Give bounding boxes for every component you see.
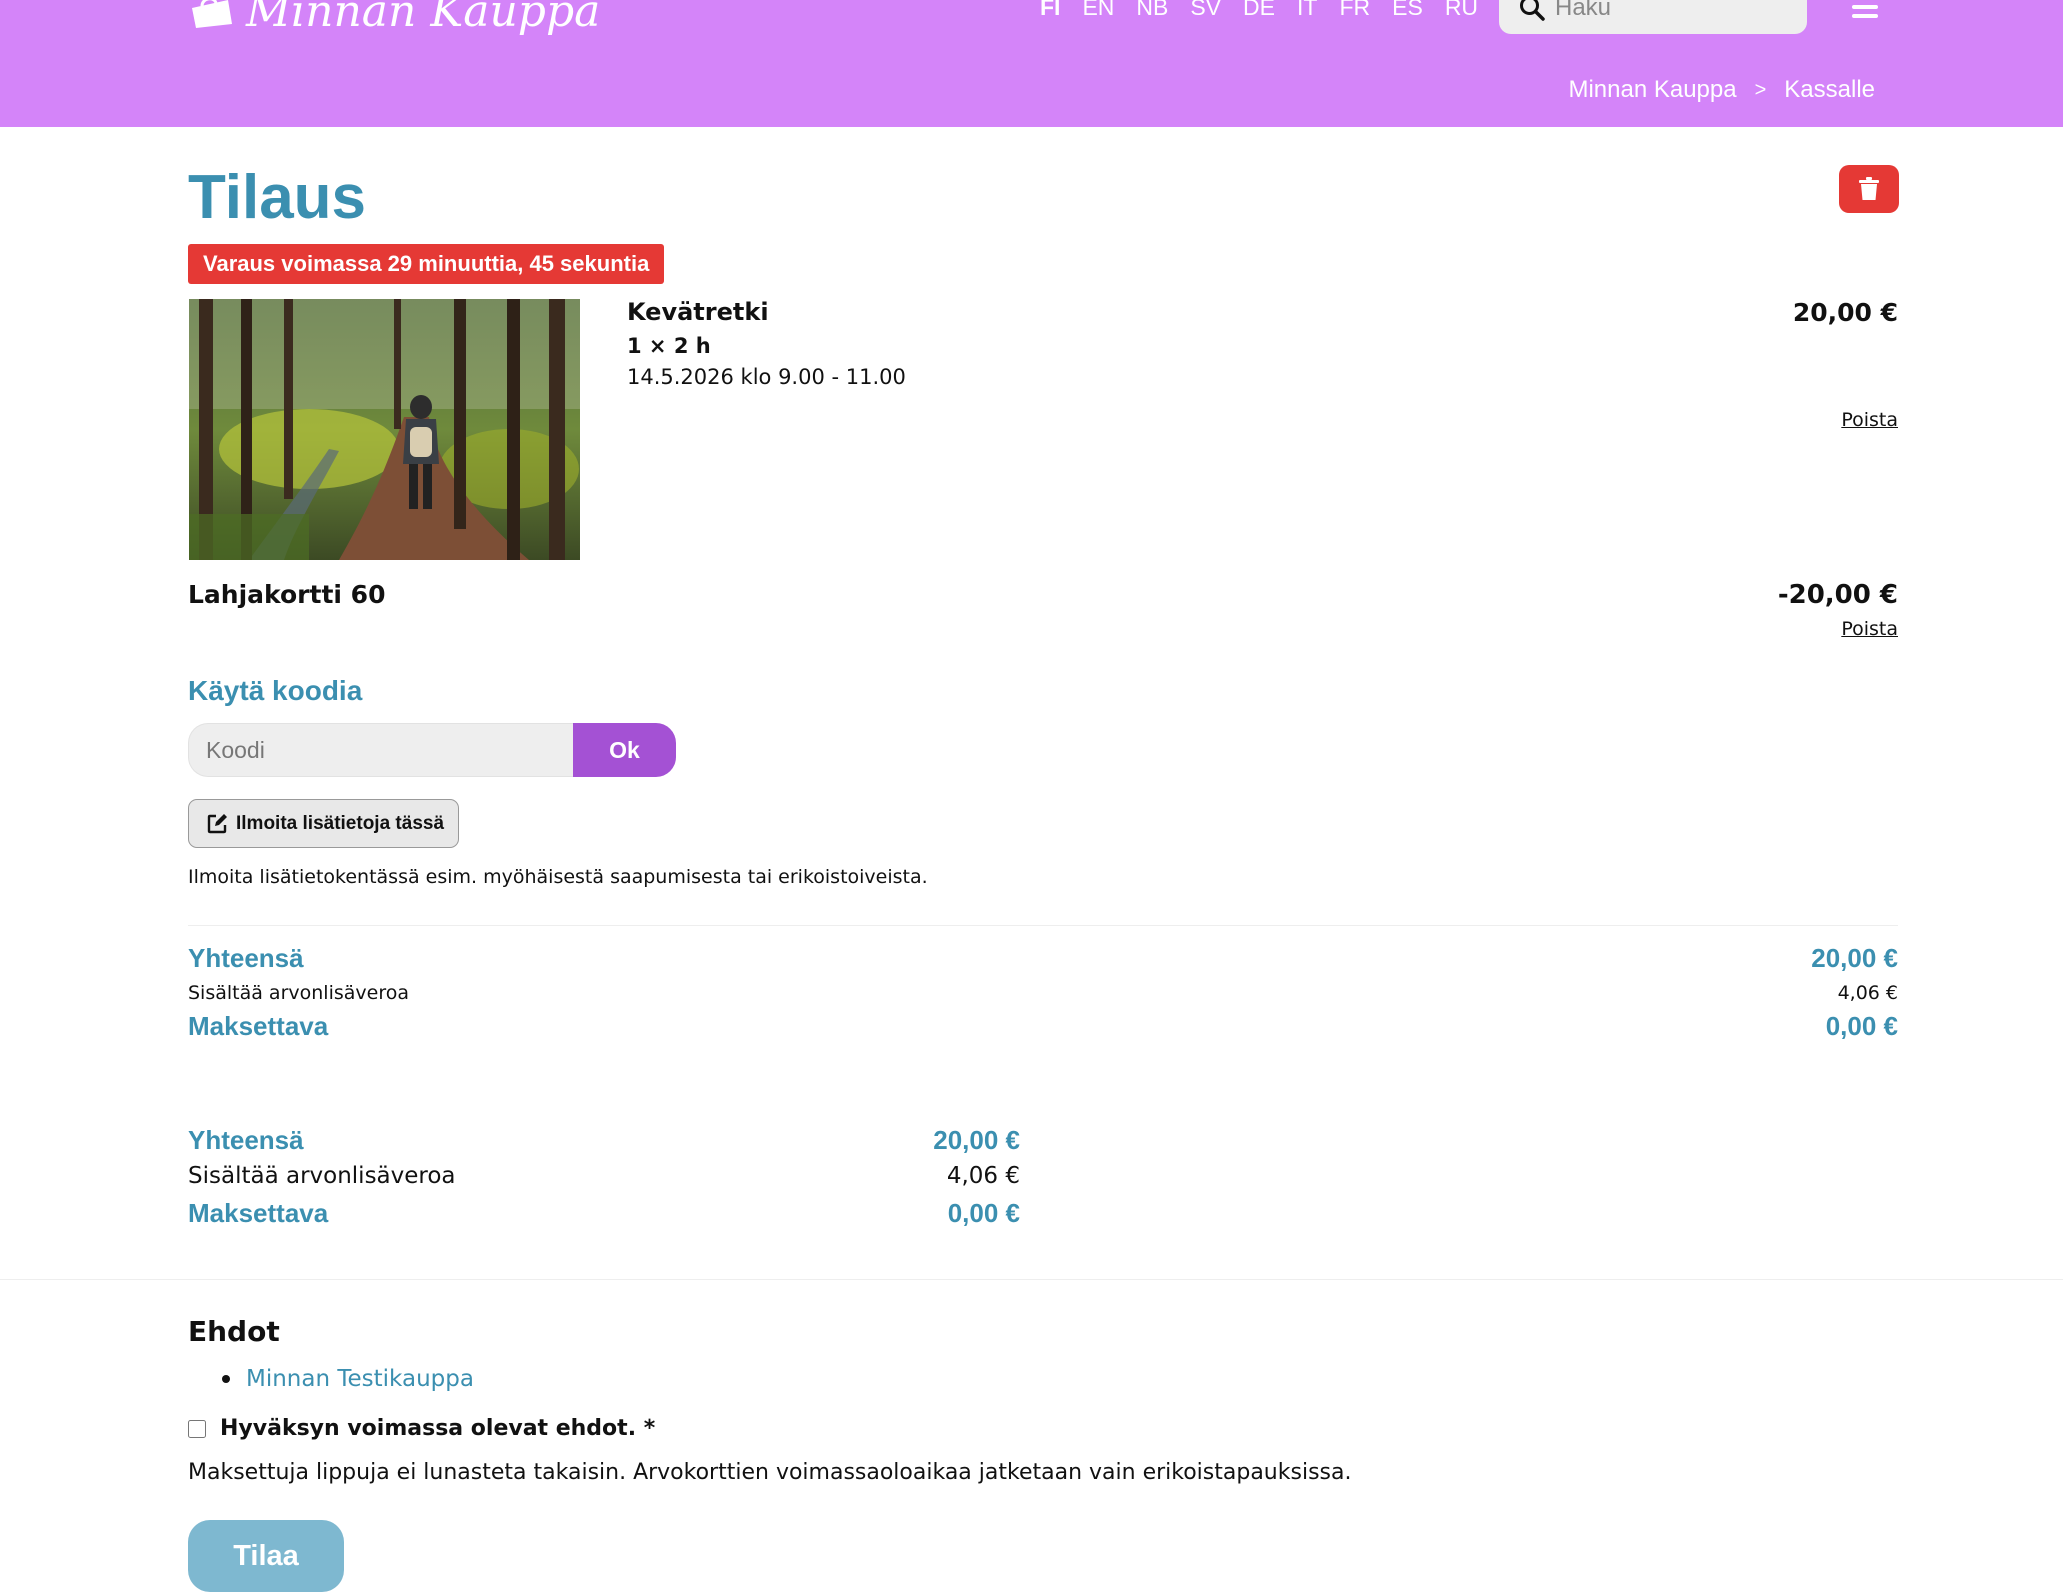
page-title: Tilaus [188,163,367,232]
edit-note-icon [207,814,227,834]
summary-divider [188,925,1898,926]
gift-card-amount: -20,00 € [1777,580,1898,610]
search-input[interactable] [1555,0,1775,22]
logo-text: Minnan Kauppa [246,0,601,37]
summary-vat-value: 4,06 € [1837,982,1898,1004]
place-order-button[interactable]: Tilaa [188,1520,344,1592]
summary-vat-label: Sisältää arvonlisäveroa [188,982,409,1004]
breadcrumb-separator: > [1754,78,1767,101]
summary-total-value: 20,00 € [1811,943,1898,973]
shopping-bag-icon [192,0,232,28]
discount-code-input[interactable] [188,723,574,777]
gift-card-name: Lahjakortti 60 [188,580,386,609]
summary-total-label: Yhteensä [188,943,304,973]
site-header: Minnan Kauppa FI EN NB SV DE IT FR ES RU… [0,0,2063,127]
breadcrumb-home[interactable]: Minnan Kauppa [1568,76,1736,104]
totals-payable-value: 0,00 € [947,1198,1020,1228]
remove-gift-card-link[interactable]: Poista [1841,618,1898,640]
terms-divider [0,1279,2063,1280]
bullet-icon [222,1375,230,1383]
breadcrumb-checkout[interactable]: Kassalle [1784,76,1875,104]
empty-cart-button[interactable] [1839,165,1899,213]
additional-info-button-label: Ilmoita lisätietoja tässä [236,812,445,834]
search-box [1499,0,1807,34]
discount-code-title: Käytä koodia [188,675,363,706]
terms-link-minnan-testikauppa[interactable]: Minnan Testikauppa [246,1366,474,1392]
additional-info-note: Ilmoita lisätietokentässä esim. myöhäise… [188,866,928,888]
lang-nb[interactable]: NB [1136,0,1168,21]
breadcrumb: Minnan Kauppa > Kassalle [1568,76,1875,104]
search-icon [1520,0,1545,21]
refund-policy-note: Maksettuja lippuja ei lunasteta takaisin… [188,1460,1352,1485]
product-datetime: 14.5.2026 klo 9.00 - 11.00 [627,365,906,389]
remove-product-link[interactable]: Poista [1841,409,1898,431]
terms-title: Ehdot [188,1315,280,1348]
totals-payable-label: Maksettava [188,1198,329,1228]
accept-terms-label: Hyväksyn voimassa olevat ehdot. * [220,1416,656,1441]
product-name: Kevätretki [627,298,769,326]
accept-terms-row[interactable]: Hyväksyn voimassa olevat ehdot. * [188,1416,655,1441]
lang-es[interactable]: ES [1392,0,1423,21]
lang-fi[interactable]: FI [1040,0,1060,21]
lang-it[interactable]: IT [1297,0,1317,21]
lang-fr[interactable]: FR [1339,0,1370,21]
product-quantity: 1 × 2 h [627,334,711,358]
product-image [189,299,580,560]
product-price: 20,00 € [1792,298,1898,327]
totals-total-label: Yhteensä [188,1125,304,1155]
lang-sv[interactable]: SV [1190,0,1221,21]
hamburger-menu-icon[interactable] [1852,0,1878,18]
summary-payable-label: Maksettava [188,1011,329,1041]
accept-terms-checkbox[interactable] [188,1419,206,1438]
totals-vat-label: Sisältää arvonlisäveroa [188,1163,456,1189]
additional-info-button[interactable]: Ilmoita lisätietoja tässä [188,799,460,848]
language-switcher: FI EN NB SV DE IT FR ES RU [1040,0,1478,21]
terms-list-item: Minnan Testikauppa [222,1366,474,1392]
lang-en[interactable]: EN [1082,0,1114,21]
apply-code-button[interactable]: Ok [573,723,676,777]
lang-de[interactable]: DE [1243,0,1275,21]
reservation-timer-badge: Varaus voimassa 29 minuuttia, 45 sekunti… [188,244,665,284]
summary-payable-value: 0,00 € [1825,1011,1898,1041]
totals-total-value: 20,00 € [933,1125,1020,1155]
site-logo[interactable]: Minnan Kauppa [188,0,600,37]
trash-icon [1859,177,1879,200]
totals-vat-value: 4,06 € [946,1163,1020,1189]
lang-ru[interactable]: RU [1445,0,1478,21]
